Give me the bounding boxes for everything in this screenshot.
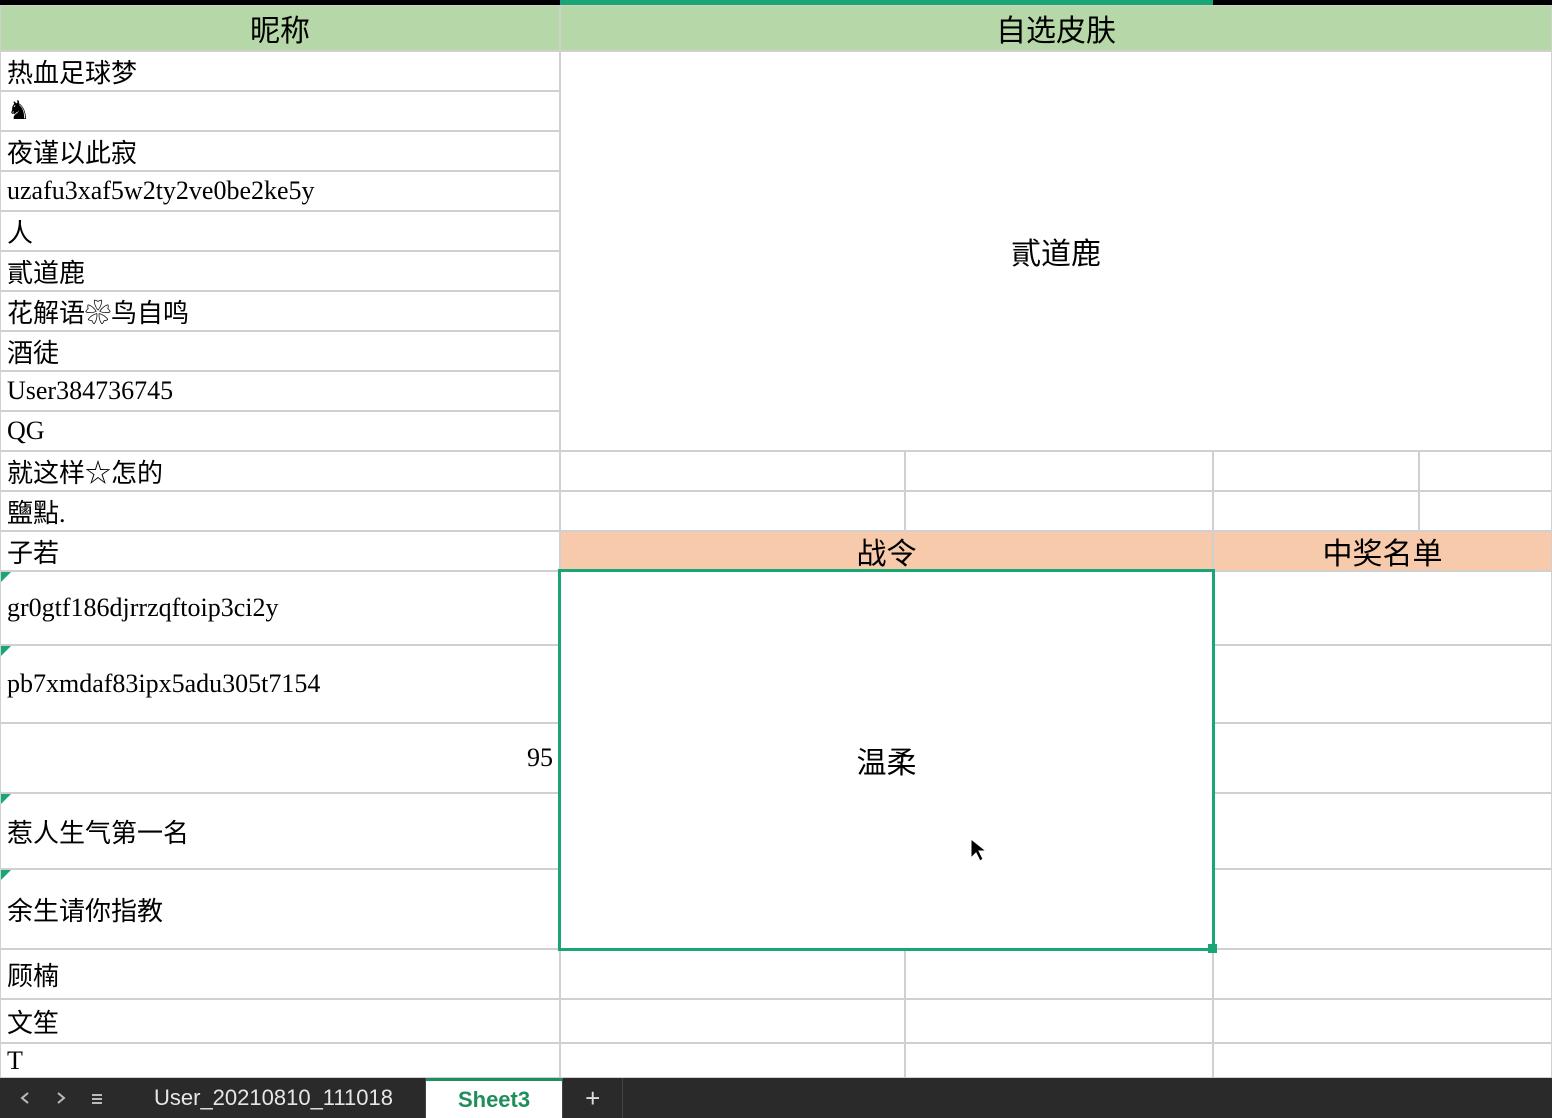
empty-cell[interactable] xyxy=(1213,1043,1552,1078)
table-row[interactable]: 花解语❀鸟自鸣 xyxy=(0,291,560,331)
empty-cell[interactable] xyxy=(1419,451,1552,491)
col-header-winnerlist[interactable]: 中奖名单 xyxy=(1213,531,1552,571)
empty-cell[interactable] xyxy=(1419,491,1552,531)
empty-cell[interactable] xyxy=(560,999,905,1043)
zhangling-winner-cell[interactable]: 温柔 xyxy=(560,571,1213,949)
table-row[interactable]: 余生请你指教 xyxy=(0,869,560,949)
empty-cell[interactable] xyxy=(905,491,1213,531)
empty-cell[interactable] xyxy=(1213,949,1552,999)
table-row[interactable]: T xyxy=(0,1043,560,1078)
table-row[interactable]: 子若 xyxy=(0,531,560,571)
empty-cell[interactable] xyxy=(560,451,905,491)
add-sheet-button[interactable]: + xyxy=(563,1078,623,1118)
table-row[interactable]: 95 xyxy=(0,723,560,793)
table-row[interactable]: gr0gtf186djrrzqftoip3ci2y xyxy=(0,571,560,645)
empty-cell[interactable] xyxy=(1213,999,1552,1043)
sheet-tab-sheet3[interactable]: Sheet3 xyxy=(426,1078,563,1118)
empty-cell[interactable] xyxy=(1213,793,1552,869)
table-row[interactable]: QG xyxy=(0,411,560,451)
sheet-tab-user[interactable]: User_20210810_111018 xyxy=(122,1078,426,1118)
table-row[interactable]: 文笙 xyxy=(0,999,560,1043)
empty-cell[interactable] xyxy=(1213,451,1419,491)
table-row[interactable]: 惹人生气第一名 xyxy=(0,793,560,869)
empty-cell[interactable] xyxy=(1213,723,1552,793)
skin-winner-cell[interactable]: 貳道鹿 xyxy=(560,51,1552,451)
tab-nav-list-icon[interactable] xyxy=(86,1087,108,1109)
empty-cell[interactable] xyxy=(1213,571,1552,645)
empty-cell[interactable] xyxy=(1213,491,1419,531)
table-row[interactable]: User384736745 xyxy=(0,371,560,411)
table-row[interactable]: 人 xyxy=(0,211,560,251)
table-row[interactable]: 顾楠 xyxy=(0,949,560,999)
table-row[interactable]: 热血足球梦 xyxy=(0,51,560,91)
table-row[interactable]: 酒徒 xyxy=(0,331,560,371)
table-row[interactable]: 貳道鹿 xyxy=(0,251,560,291)
table-row[interactable]: 夜谨以此寂 xyxy=(0,131,560,171)
table-row[interactable]: 就这样☆怎的 xyxy=(0,451,560,491)
tab-nav-next-icon[interactable] xyxy=(50,1087,72,1109)
empty-cell[interactable] xyxy=(1213,645,1552,723)
empty-cell[interactable] xyxy=(560,491,905,531)
sheet-tab-bar: User_20210810_111018 Sheet3 + xyxy=(0,1078,1552,1118)
tab-nav-prev-icon[interactable] xyxy=(14,1087,36,1109)
empty-cell[interactable] xyxy=(1213,869,1552,949)
empty-cell[interactable] xyxy=(560,1043,905,1078)
col-header-zhangling[interactable]: 战令 xyxy=(560,531,1213,571)
table-row[interactable]: pb7xmdaf83ipx5adu305t7154 xyxy=(0,645,560,723)
empty-cell[interactable] xyxy=(560,949,905,999)
empty-cell[interactable] xyxy=(905,949,1213,999)
table-row[interactable]: uzafu3xaf5w2ty2ve0be2ke5y xyxy=(0,171,560,211)
col-header-skin[interactable]: 自选皮肤 xyxy=(560,5,1552,51)
empty-cell[interactable] xyxy=(905,451,1213,491)
table-row[interactable]: 鹽點. xyxy=(0,491,560,531)
col-header-nickname[interactable]: 昵称 xyxy=(0,5,560,51)
table-row[interactable]: ♞ xyxy=(0,91,560,131)
empty-cell[interactable] xyxy=(905,1043,1213,1078)
empty-cell[interactable] xyxy=(905,999,1213,1043)
